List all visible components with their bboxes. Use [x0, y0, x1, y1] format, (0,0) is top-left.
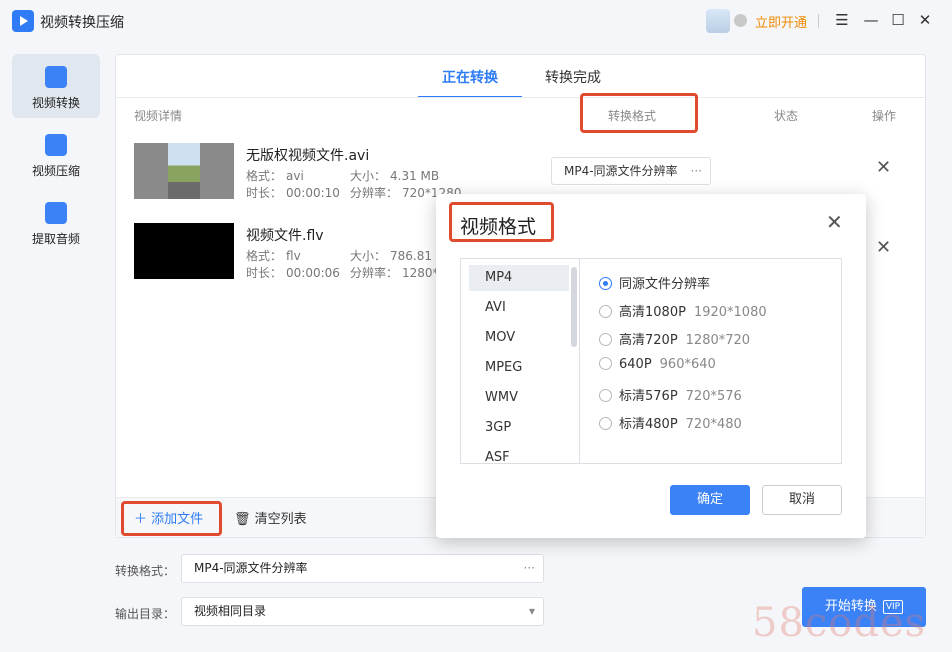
format-options: MP4 AVI MOV MPEG WMV 3GP ASF 同源文件分辨率 高清1… — [460, 258, 842, 464]
output-dir-label: 输出目录： — [115, 607, 176, 621]
resolution-option[interactable]: 640P 960*640 — [599, 357, 716, 372]
sidebar-item-label: 视频转换 — [31, 96, 80, 110]
maximize-button[interactable]: ☐ — [888, 8, 908, 32]
divider — [116, 97, 925, 98]
format-item-avi[interactable]: AVI — [469, 295, 569, 321]
radio-icon — [599, 389, 612, 402]
column-header-action: 操作 — [872, 109, 897, 123]
resolution-option[interactable]: 高清1080P 1920*1080 — [599, 301, 767, 320]
app-logo-icon — [12, 10, 34, 32]
output-format-select[interactable]: MP4-同源文件分辨率 ··· — [181, 554, 544, 583]
app-title: 视频转换压缩 — [40, 15, 124, 31]
sidebar-item-label: 提取音频 — [31, 232, 80, 246]
format-item-mp4[interactable]: MP4 — [469, 265, 569, 291]
file-format: 格式： avi — [246, 169, 304, 183]
confirm-button[interactable]: 确定 — [670, 485, 750, 515]
divider — [818, 14, 819, 28]
open-vip-link[interactable]: 立即开通 — [755, 12, 807, 31]
trash-icon: 🗑 — [234, 512, 255, 527]
file-size: 大小： 4.31 MB — [350, 169, 440, 183]
sidebar-item-video-compress[interactable]: 视频压缩 — [12, 122, 100, 186]
video-compress-icon — [45, 134, 67, 156]
resolution-option[interactable]: 标清480P 720*480 — [599, 413, 742, 432]
start-convert-button[interactable]: 开始转换 VIP — [802, 587, 926, 627]
menu-icon[interactable]: ☰ — [832, 8, 852, 32]
format-item-mpeg[interactable]: MPEG — [469, 355, 569, 381]
radio-selected-icon — [599, 277, 612, 290]
format-item-mov[interactable]: MOV — [469, 325, 569, 351]
close-icon[interactable]: ✕ — [826, 210, 843, 234]
close-window-button[interactable]: ✕ — [915, 8, 935, 32]
tab-converting[interactable]: 正在转换 — [418, 67, 522, 98]
format-label: 转换格式： — [115, 564, 176, 578]
output-dir-select[interactable]: 视频相同目录 ▾ — [181, 597, 544, 626]
radio-icon — [599, 333, 612, 346]
format-list: MP4 AVI MOV MPEG WMV 3GP ASF — [461, 259, 580, 463]
vip-badge-icon — [734, 14, 747, 27]
column-header-details: 视频详情 — [134, 109, 183, 123]
video-convert-icon — [45, 66, 67, 88]
sidebar-item-extract-audio[interactable]: 提取音频 — [12, 190, 100, 254]
file-duration: 时长： 00:00:10 — [246, 186, 340, 200]
chevron-down-icon: ▾ — [528, 604, 535, 618]
format-item-asf[interactable]: ASF — [469, 445, 569, 463]
format-item-wmv[interactable]: WMV — [469, 385, 569, 411]
minimize-button[interactable]: — — [861, 8, 881, 32]
radio-icon — [599, 417, 612, 430]
remove-file-button[interactable]: ✕ — [876, 237, 891, 258]
clear-list-button[interactable]: 🗑 清空列表 — [234, 508, 307, 527]
more-icon: ··· — [523, 561, 535, 575]
video-thumbnail — [134, 143, 234, 199]
resolution-option[interactable]: 同源文件分辨率 — [599, 273, 718, 292]
file-name: 无版权视频文件.avi — [246, 148, 370, 164]
sidebar-item-video-convert[interactable]: 视频转换 — [12, 54, 100, 118]
audio-extract-icon — [45, 202, 67, 224]
title-bar: 视频转换压缩 立即开通 ☰ — ☐ ✕ — [0, 0, 952, 42]
resolution-option[interactable]: 高清720P 1280*720 — [599, 329, 750, 348]
highlight-box — [580, 93, 698, 133]
tab-done[interactable]: 转换完成 — [545, 67, 601, 96]
format-select[interactable]: MP4-同源文件分辨率 ··· — [551, 157, 711, 185]
column-header-status: 状态 — [774, 109, 799, 123]
format-dialog: 视频格式 ✕ MP4 AVI MOV MPEG WMV 3GP ASF 同源文件… — [436, 194, 866, 538]
remove-file-button[interactable]: ✕ — [876, 157, 891, 178]
cancel-button[interactable]: 取消 — [762, 485, 842, 515]
avatar[interactable] — [706, 9, 730, 33]
file-format: 格式： flv — [246, 249, 301, 263]
format-item-3gp[interactable]: 3GP — [469, 415, 569, 441]
scrollbar[interactable] — [571, 267, 577, 347]
video-thumbnail — [134, 223, 234, 279]
radio-icon — [599, 357, 612, 370]
sidebar-item-label: 视频压缩 — [31, 164, 80, 178]
resolution-option[interactable]: 标清576P 720*576 — [599, 385, 742, 404]
highlight-box — [121, 501, 222, 536]
vip-tag: VIP — [882, 599, 904, 614]
file-size: 大小： 786.81 K — [350, 249, 444, 263]
file-name: 视频文件.flv — [246, 228, 324, 244]
more-icon: ··· — [690, 164, 702, 178]
radio-icon — [599, 305, 612, 318]
file-duration: 时长： 00:00:06 — [246, 266, 340, 280]
file-resolution: 分辨率： 1280*7 — [350, 266, 447, 280]
highlight-box — [449, 202, 554, 242]
